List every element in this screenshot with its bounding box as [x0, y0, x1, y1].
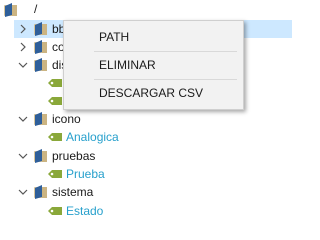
database-folder-icon — [33, 148, 49, 164]
chevron-down-icon[interactable] — [18, 60, 28, 70]
menu-item-descargar-csv[interactable]: DESCARGAR CSV — [65, 81, 242, 105]
database-folder-icon — [33, 111, 49, 127]
database-folder-icon — [33, 39, 49, 55]
chevron-down-icon[interactable] — [18, 114, 28, 124]
tag-leaf-icon — [47, 168, 63, 180]
chevron-right-icon[interactable] — [18, 24, 28, 34]
database-folder-icon — [3, 2, 19, 18]
root-label[interactable]: / — [34, 0, 37, 18]
chevron-down-icon[interactable] — [18, 187, 28, 197]
tree-leaf-label[interactable]: Prueba — [66, 165, 105, 183]
tree-leaf-label[interactable]: Estado — [66, 202, 103, 220]
menu-separator — [94, 51, 237, 52]
tag-leaf-icon — [47, 131, 63, 143]
context-menu: PATH ELIMINAR DESCARGAR CSV — [63, 20, 244, 110]
tree-node-label[interactable]: sistema — [52, 183, 93, 201]
database-folder-icon — [33, 21, 49, 37]
menu-item-path[interactable]: PATH — [65, 25, 242, 49]
database-folder-icon — [33, 184, 49, 200]
menu-item-eliminar[interactable]: ELIMINAR — [65, 53, 242, 77]
tree-leaf-label[interactable]: Analogica — [66, 128, 119, 146]
menu-separator — [94, 79, 237, 80]
chevron-down-icon[interactable] — [18, 151, 28, 161]
database-folder-icon — [33, 57, 49, 73]
tree-node-label[interactable]: icono — [52, 110, 81, 128]
tree-node-label[interactable]: pruebas — [52, 147, 95, 165]
tag-leaf-icon — [47, 95, 63, 107]
tag-leaf-icon — [47, 205, 63, 217]
chevron-right-icon[interactable] — [18, 42, 28, 52]
tag-leaf-icon — [47, 77, 63, 89]
